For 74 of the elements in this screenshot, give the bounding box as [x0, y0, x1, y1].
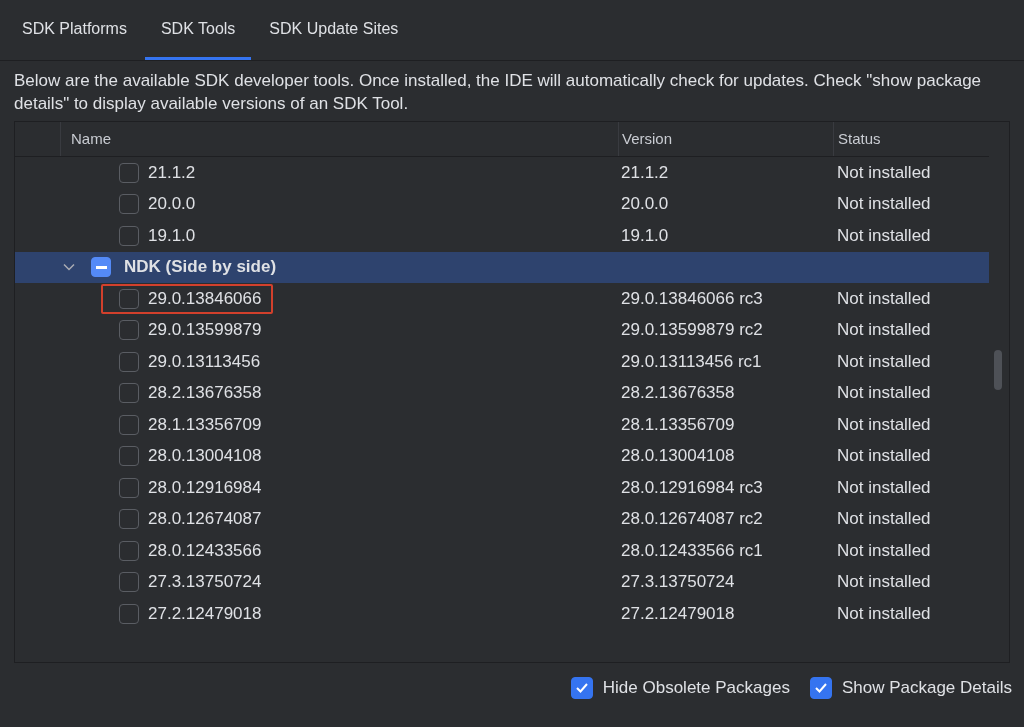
checkbox[interactable]	[119, 509, 139, 530]
checkbox[interactable]	[119, 351, 139, 372]
status-cell-text: Not installed	[836, 446, 932, 467]
checkbox[interactable]	[570, 677, 593, 699]
tab[interactable]: SDK Update Sites	[253, 0, 415, 60]
version-cell-text: 27.2.12479018	[620, 603, 736, 624]
checkbox[interactable]	[809, 677, 832, 699]
group-name: NDK (Side by side)	[124, 257, 277, 278]
version-cell-text: 28.0.12916984 rc3	[620, 477, 764, 498]
checkbox[interactable]	[119, 572, 139, 593]
checkbox[interactable]	[119, 162, 139, 183]
status-cell-text: Not installed	[836, 351, 932, 372]
checkmark-icon	[813, 682, 828, 694]
version-cell-text: 19.1.0	[620, 225, 670, 246]
tab[interactable]: SDK Platforms	[6, 0, 143, 60]
version-cell-text: 21.1.2	[620, 162, 670, 183]
status-cell-text: Not installed	[836, 603, 932, 624]
checkbox[interactable]	[119, 288, 139, 309]
status-cell-text: Not installed	[836, 162, 932, 183]
package-name: 28.2.13676358	[148, 383, 262, 404]
scrollbar-thumb[interactable]	[994, 350, 1002, 390]
package-name: 19.1.0	[148, 225, 196, 246]
checkbox[interactable]	[119, 414, 139, 435]
package-name: 27.2.12479018	[148, 603, 262, 624]
package-name: 29.0.13846066	[148, 288, 262, 309]
status-cell-text: Not installed	[836, 540, 932, 561]
package-name: 27.3.13750724	[148, 572, 262, 593]
chevron-icon[interactable]	[63, 263, 75, 272]
package-name: 28.0.12433566	[148, 540, 262, 561]
column-header[interactable]: Version	[618, 122, 833, 156]
version-cell-text: 29.0.13113456 rc1	[620, 351, 763, 372]
checkbox[interactable]	[119, 225, 139, 246]
status-cell-text: Not installed	[836, 572, 932, 593]
package-name: 28.0.13004108	[148, 446, 262, 467]
status-cell-text: Not installed	[836, 477, 932, 498]
tab[interactable]: SDK Tools	[144, 0, 252, 60]
status-cell-text: Not installed	[836, 225, 932, 246]
package-name: 29.0.13113456	[148, 351, 261, 372]
status-cell-text: Not installed	[836, 509, 932, 530]
version-cell-text: 28.2.13676358	[620, 383, 736, 404]
status-cell-text: Not installed	[836, 383, 932, 404]
package-name: 21.1.2	[148, 162, 196, 183]
checkbox[interactable]	[119, 540, 139, 561]
checkbox[interactable]	[119, 446, 139, 467]
version-cell-text: 27.3.13750724	[620, 572, 736, 593]
checkbox[interactable]	[119, 477, 139, 498]
status-cell-text: Not installed	[836, 320, 932, 341]
package-name: 29.0.13599879	[148, 320, 262, 341]
checkbox[interactable]	[119, 603, 139, 624]
checkbox[interactable]	[119, 320, 139, 341]
status-cell-text: Not installed	[836, 414, 932, 435]
version-cell-text: 28.0.12433566 rc1	[620, 540, 764, 561]
tree-group-row[interactable]: NDK (Side by side)	[15, 251, 989, 283]
version-cell-text: 20.0.0	[620, 194, 670, 215]
status-cell-text: Not installed	[836, 288, 932, 309]
column-header[interactable]: Status	[833, 122, 989, 156]
version-cell-text: 29.0.13599879 rc2	[620, 320, 764, 341]
checkbox[interactable]	[119, 383, 139, 404]
column-header[interactable]: Name	[60, 122, 618, 156]
checkbox[interactable]	[119, 194, 139, 215]
description-text: Below are the available SDK developer tools. Once installed, the IDE will automatically check for updates. Check "show package details" to display available versions of an SDK Tool.	[14, 70, 983, 115]
version-cell-text: 29.0.13846066 rc3	[620, 288, 764, 309]
version-cell-text: 28.0.12674087 rc2	[620, 509, 764, 530]
version-cell-text: 28.1.13356709	[620, 414, 736, 435]
version-cell-text: 28.0.13004108	[620, 446, 736, 467]
status-cell-text: Not installed	[836, 194, 932, 215]
option-checkbox[interactable]: Show Package Details	[809, 677, 1012, 699]
package-name: 20.0.0	[148, 194, 196, 215]
package-name: 28.0.12916984	[148, 477, 262, 498]
package-name: 28.1.13356709	[148, 414, 262, 435]
option-checkbox[interactable]: Hide Obsolete Packages	[570, 677, 790, 699]
checkbox[interactable]	[91, 257, 111, 278]
package-name: 28.0.12674087	[148, 509, 262, 530]
checkmark-icon	[574, 682, 589, 694]
